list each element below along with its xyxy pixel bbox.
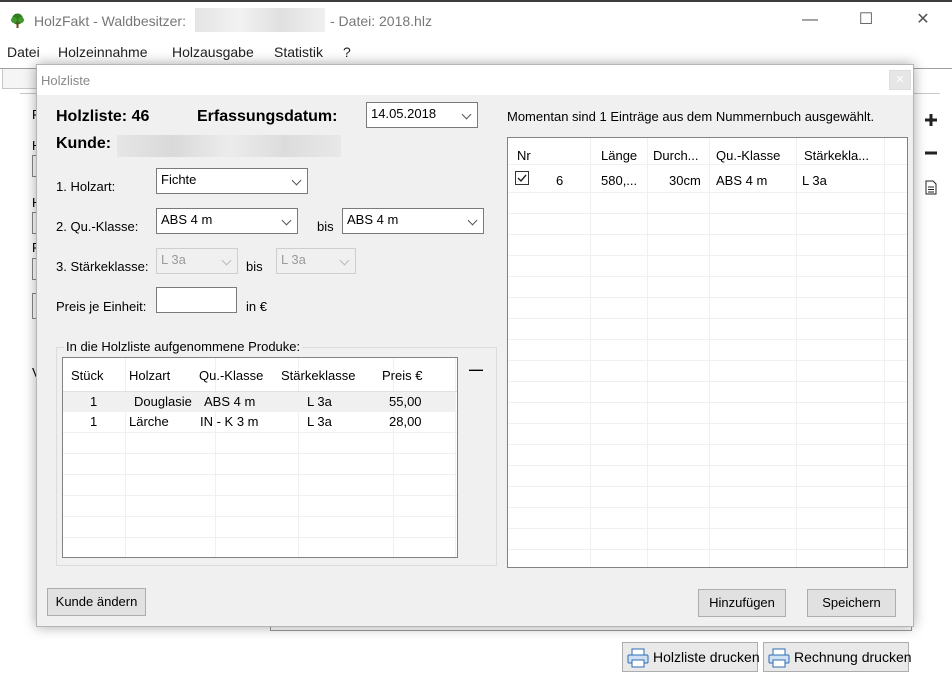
chevron-down-icon (467, 215, 478, 226)
products-group-label: In die Holzliste aufgenommene Produke: (64, 339, 303, 354)
bg-grid-bottom (270, 627, 912, 631)
column-header-durchmesser[interactable]: Durch... (653, 148, 699, 163)
strength-to-value: L 3a (281, 252, 306, 267)
chevron-down-icon (461, 109, 472, 120)
column-header-staerkeklasse[interactable]: Stärkekla... (804, 148, 869, 163)
tree-icon (11, 13, 24, 28)
chevron-down-icon (221, 255, 232, 266)
print-invoice-button[interactable]: Rechnung drucken (763, 642, 912, 672)
date-label: Erfassungsdatum: (197, 108, 338, 125)
printer-icon (768, 648, 790, 668)
wood-type-select[interactable]: Fichte (156, 168, 308, 194)
quality-from-value: ABS 4 m (161, 212, 213, 227)
cell-qu-klasse: ABS 4 m (204, 394, 256, 409)
print-list-label: Holzliste drucken (653, 649, 760, 665)
cell-holzart: Douglasie (134, 394, 192, 409)
close-window-button[interactable]: ✕ (899, 2, 947, 38)
cell-laenge: 580,... (601, 173, 638, 188)
menu-holzausgabe[interactable]: Holzausgabe (172, 44, 254, 60)
cell-preis: 28,00 (389, 414, 422, 429)
menu-statistik[interactable]: Statistik (274, 44, 323, 60)
quality-to-value: ABS 4 m (347, 212, 399, 227)
cell-preis: 55,00 (389, 394, 422, 409)
menu-holzeinnahme[interactable]: Holzeinnahme (58, 44, 148, 60)
column-header-laenge[interactable]: Länge (601, 148, 637, 163)
quality-from-select[interactable]: ABS 4 m (156, 208, 298, 234)
strength-to-select[interactable]: L 3a (276, 248, 356, 274)
column-header-qu-klasse[interactable]: Qu.-Klasse (199, 368, 263, 383)
date-value: 14.05.2018 (371, 106, 437, 121)
window-title: HolzFakt - Waldbesitzer: (34, 13, 186, 29)
bis-label: bis (246, 259, 263, 274)
cell-holzart: Lärche (129, 414, 169, 429)
column-header-qu-klasse[interactable]: Qu.-Klasse (716, 148, 780, 163)
column-header-staerkeklasse[interactable]: Stärkeklasse (281, 368, 355, 383)
chevron-down-icon (281, 215, 292, 226)
column-header-nr[interactable]: Nr (517, 148, 531, 163)
products-grid[interactable]: Stück Holzart Qu.-Klasse Stärkeklasse Pr… (62, 357, 458, 558)
add-button[interactable]: Hinzufügen (698, 589, 786, 617)
bis-label: bis (317, 219, 334, 234)
save-button[interactable]: Speichern (807, 589, 896, 617)
print-list-button[interactable]: Holzliste drucken (622, 642, 760, 672)
cell-nr: 6 (556, 173, 564, 188)
chevron-down-icon (339, 255, 350, 266)
strength-label: 3. Stärkeklasse: (56, 259, 149, 274)
customer-name-redacted (117, 135, 341, 157)
cell-stueck: 1 (90, 394, 98, 409)
row-checkbox[interactable] (515, 171, 529, 185)
entries-grid[interactable]: Nr Länge Durch... Qu.-Klasse Stärkekla..… (507, 137, 908, 568)
dialog-title: Holzliste (41, 73, 91, 88)
change-customer-button[interactable]: Kunde ändern (47, 588, 146, 616)
quality-to-select[interactable]: ABS 4 m (342, 208, 484, 234)
owner-name-redacted (195, 8, 325, 32)
cell-staerkeklasse: L 3a (307, 414, 332, 429)
strength-from-value: L 3a (161, 252, 186, 267)
print-invoice-label: Rechnung drucken (794, 649, 912, 665)
holzliste-dialog: Holzliste ✕ Holzliste: 46 Erfassungsdatu… (36, 64, 914, 627)
cell-stueck: 1 (90, 414, 98, 429)
currency-label: in € (246, 299, 267, 314)
cell-qu-klasse: ABS 4 m (716, 173, 768, 188)
column-header-holzart[interactable]: Holzart (129, 368, 170, 383)
maximize-button[interactable]: ☐ (842, 2, 890, 38)
window-file-name: - Datei: 2018.hlz (330, 13, 432, 29)
document-icon[interactable] (923, 180, 939, 199)
checkmark-icon (517, 174, 527, 183)
wood-type-value: Fichte (161, 172, 197, 187)
selection-info: Momentan sind 1 Einträge aus dem Nummern… (507, 109, 875, 124)
cell-staerkeklasse: L 3a (802, 173, 827, 188)
customer-label: Kunde: (56, 135, 112, 152)
menu-help[interactable]: ? (343, 44, 351, 60)
cell-staerkeklasse: L 3a (307, 394, 332, 409)
strength-from-select[interactable]: L 3a (156, 248, 238, 274)
dialog-title-bar (37, 65, 913, 95)
column-header-stueck[interactable]: Stück (71, 368, 104, 383)
price-input[interactable] (156, 287, 237, 313)
plus-icon[interactable] (923, 113, 939, 131)
minimize-button[interactable]: — (786, 2, 834, 38)
wood-type-label: 1. Holzart: (56, 179, 116, 194)
date-picker[interactable]: 14.05.2018 (366, 102, 478, 128)
dialog-close-button[interactable]: ✕ (889, 70, 911, 90)
minus-icon[interactable] (923, 146, 939, 164)
menu-datei[interactable]: Datei (7, 44, 40, 60)
chevron-down-icon (291, 175, 302, 186)
cell-qu-klasse: IN - K 3 m (200, 414, 259, 429)
holzliste-number: Holzliste: 46 (56, 108, 150, 125)
remove-product-button[interactable]: — (469, 361, 483, 377)
price-label: Preis je Einheit: (56, 299, 147, 314)
printer-icon (627, 648, 649, 668)
column-header-preis[interactable]: Preis € (382, 368, 422, 383)
quality-label: 2. Qu.-Klasse: (56, 219, 139, 234)
cell-durchmesser: 30cm (669, 173, 701, 188)
